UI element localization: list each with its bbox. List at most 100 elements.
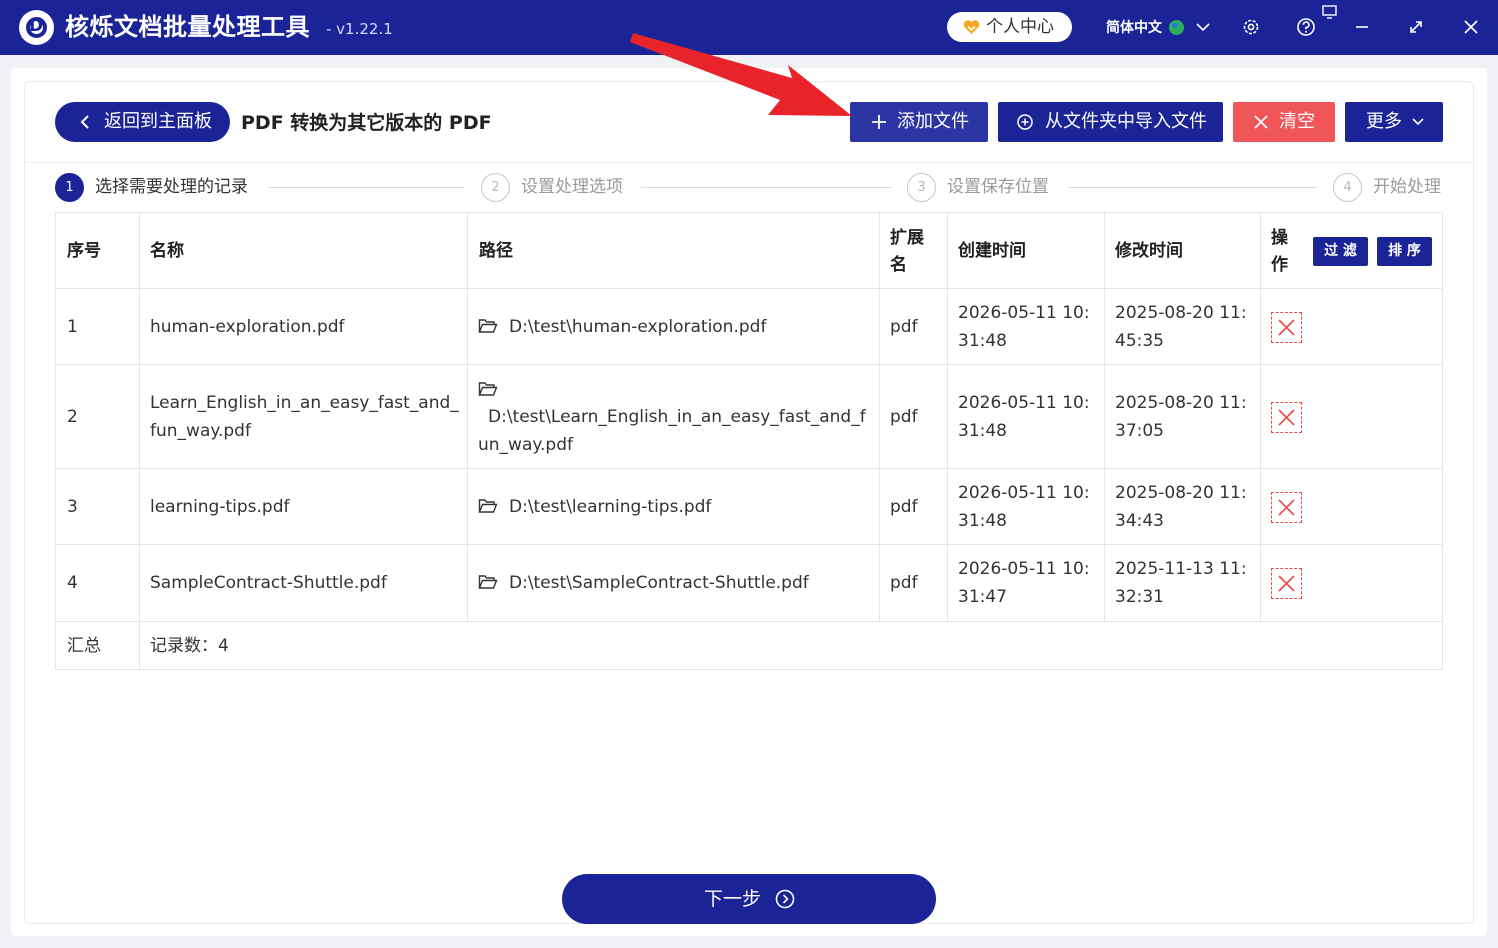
folder-open-icon[interactable]: [478, 498, 498, 514]
delete-x-icon: [1278, 499, 1295, 516]
column-divider: [1260, 213, 1261, 622]
row-modified-time: 2025-08-20 11:45:35: [1115, 303, 1247, 351]
row-divider: [56, 621, 1442, 622]
app-logo-icon: D: [19, 10, 54, 45]
step-number: 1: [55, 173, 84, 202]
row-extension: pdf: [890, 407, 918, 427]
row-index: 2: [67, 407, 78, 427]
row-name: Learn_English_in_an_easy_fast_and_fun_wa…: [150, 393, 459, 441]
summary-label: 汇总: [67, 636, 101, 656]
row-path: D:\test\learning-tips.pdf: [509, 497, 712, 517]
clear-button[interactable]: 清空: [1233, 102, 1335, 142]
circle-plus-icon: [1017, 114, 1033, 130]
step-connector: [641, 187, 891, 188]
circle-arrow-right-icon: [775, 889, 795, 909]
step-number: 4: [1333, 173, 1362, 202]
row-created-time: 2026-05-11 10:31:48: [958, 393, 1090, 441]
delete-row-button[interactable]: [1271, 568, 1302, 599]
row-modified-time: 2025-08-20 11:34:43: [1115, 483, 1247, 531]
row-path: D:\test\Learn_English_in_an_easy_fast_an…: [478, 407, 866, 455]
row-divider: [56, 544, 1442, 545]
delete-row-button[interactable]: [1271, 492, 1302, 523]
column-divider: [879, 213, 880, 622]
chevron-down-icon: [1412, 118, 1424, 126]
sort-button[interactable]: 排 序: [1377, 237, 1432, 266]
header-extension-line2: 名: [890, 255, 907, 275]
header-extension-line1: 扩展: [890, 228, 924, 248]
add-file-button[interactable]: 添加文件: [850, 102, 988, 142]
back-label: 返回到主面板: [104, 111, 212, 132]
step-connector: [1068, 187, 1317, 188]
row-path: D:\test\human-exploration.pdf: [509, 317, 767, 337]
column-divider: [467, 213, 468, 622]
import-from-folder-label: 从文件夹中导入文件: [1045, 111, 1207, 132]
screen-icon[interactable]: [1320, 4, 1340, 20]
column-divider: [139, 622, 140, 669]
chevron-down-icon[interactable]: [1190, 14, 1216, 40]
header-created-time: 创建时间: [958, 241, 1026, 261]
row-extension: pdf: [890, 573, 918, 593]
header-action-line1: 操: [1271, 228, 1288, 248]
delete-x-icon: [1278, 319, 1295, 336]
row-path: D:\test\SampleContract-Shuttle.pdf: [509, 573, 809, 593]
app-version: - v1.22.1: [326, 20, 393, 38]
user-center-button[interactable]: 个人中心: [947, 12, 1072, 42]
maximize-icon[interactable]: [1403, 14, 1429, 40]
delete-row-button[interactable]: [1271, 312, 1302, 343]
delete-row-button[interactable]: [1271, 402, 1302, 433]
red-arrow-annotation: [630, 33, 852, 116]
row-divider: [56, 364, 1442, 365]
next-step-button[interactable]: 下一步: [562, 874, 936, 924]
step-connector: [269, 187, 465, 188]
delete-x-icon: [1278, 575, 1295, 592]
globe-icon: [1169, 20, 1184, 35]
row-created-time: 2026-05-11 10:31:48: [958, 303, 1090, 351]
page-title: PDF 转换为其它版本的 PDF: [241, 112, 492, 134]
row-divider: [56, 288, 1442, 289]
row-index: 1: [67, 317, 78, 337]
step-number: 3: [907, 173, 936, 202]
row-extension: pdf: [890, 497, 918, 517]
table-header: [56, 213, 1442, 289]
row-created-time: 2026-05-11 10:31:47: [958, 559, 1090, 607]
row-divider: [56, 468, 1442, 469]
row-name: human-exploration.pdf: [150, 317, 345, 337]
folder-open-icon[interactable]: [478, 574, 498, 590]
delete-x-icon: [1278, 409, 1295, 426]
column-divider: [139, 213, 140, 622]
minimize-icon[interactable]: [1349, 14, 1375, 40]
step-label: 设置处理选项: [521, 177, 623, 197]
record-count: 记录数：4: [150, 636, 229, 656]
plus-icon: [872, 115, 886, 129]
row-extension: pdf: [890, 317, 918, 337]
clear-label: 清空: [1279, 111, 1315, 132]
more-button[interactable]: 更多: [1345, 102, 1443, 142]
step-label: 开始处理: [1373, 177, 1441, 197]
folder-open-icon[interactable]: [478, 318, 498, 334]
import-from-folder-button[interactable]: 从文件夹中导入文件: [998, 102, 1223, 142]
step-number: 2: [481, 173, 510, 202]
language-selector[interactable]: 简体中文: [1106, 18, 1162, 38]
column-divider: [947, 213, 948, 622]
next-step-label: 下一步: [704, 888, 762, 910]
step-label: 设置保存位置: [947, 177, 1049, 197]
app-title: 核烁文档批量处理工具: [65, 13, 310, 41]
header-name: 名称: [150, 241, 184, 261]
back-to-main-button[interactable]: 返回到主面板: [55, 102, 230, 142]
more-label: 更多: [1366, 111, 1402, 132]
row-name: SampleContract-Shuttle.pdf: [150, 573, 387, 593]
settings-gear-icon[interactable]: [1238, 14, 1264, 40]
header-modified-time: 修改时间: [1115, 241, 1183, 261]
header-action-line2: 作: [1271, 255, 1288, 275]
row-modified-time: 2025-11-13 11:32:31: [1115, 559, 1247, 607]
folder-open-icon[interactable]: [478, 381, 498, 397]
filter-button[interactable]: 过 滤: [1313, 237, 1368, 266]
x-icon: [1254, 115, 1268, 129]
row-index: 4: [67, 573, 78, 593]
chevron-left-icon: [80, 115, 89, 129]
add-file-label: 添加文件: [897, 111, 969, 132]
column-divider: [1104, 213, 1105, 622]
help-icon[interactable]: [1293, 14, 1319, 40]
vip-heart-icon: [963, 20, 980, 34]
close-icon[interactable]: [1458, 14, 1484, 40]
